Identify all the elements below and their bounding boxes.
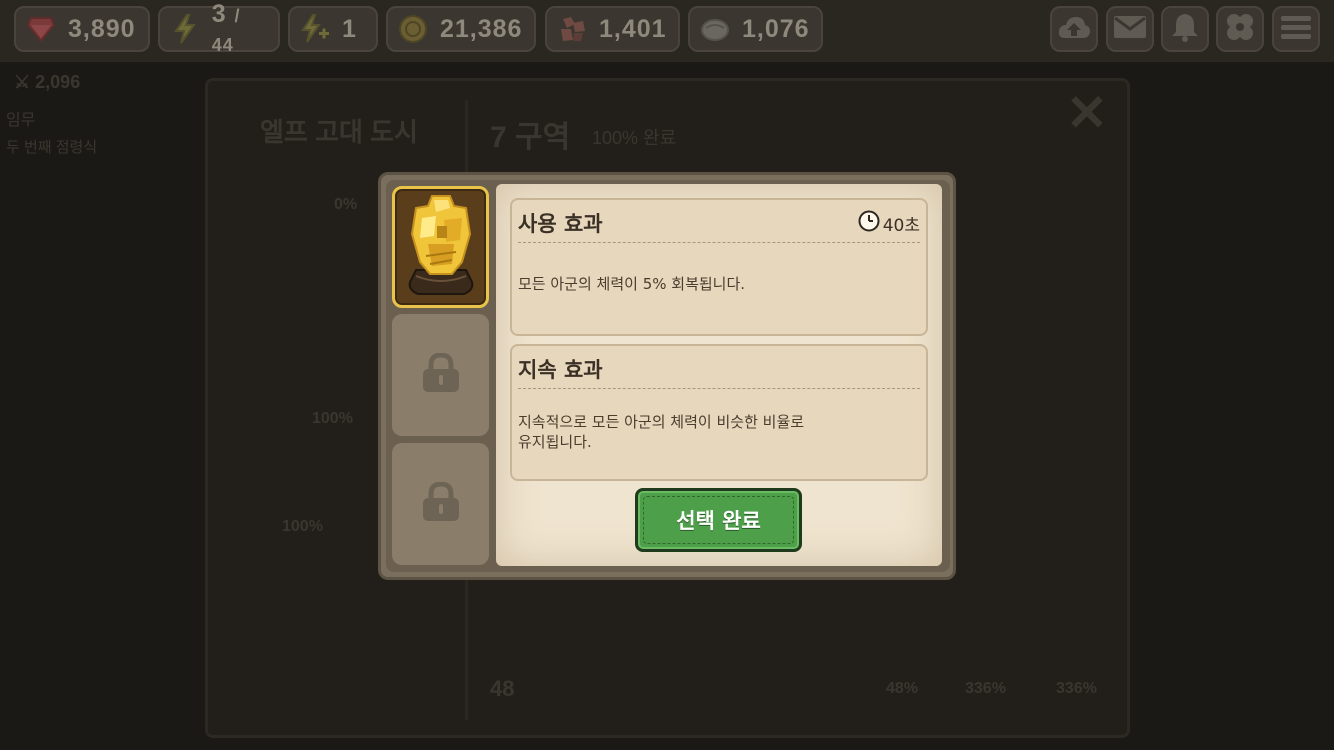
item-slot-3-locked[interactable]: [392, 443, 489, 565]
lightning-icon: [170, 14, 200, 44]
use-effect-card: 사용 효과 40초 모든 아군의 체력이 5% 회복됩니다.: [510, 198, 928, 336]
title-divider: [518, 388, 920, 389]
lasting-effect-card: 지속 효과 지속적으로 모든 아군의 체력이 비슷한 비율로 유지됩니다.: [510, 344, 928, 481]
swords-icon: ⚔: [14, 72, 31, 92]
region-name: 엘프 고대 도시: [260, 117, 418, 147]
confirm-selection-button[interactable]: 선택 완료: [635, 488, 802, 552]
gem-icon: [26, 14, 56, 44]
use-effect-description: 모든 아군의 체력이 5% 회복됩니다.: [518, 275, 746, 293]
mail-button[interactable]: [1106, 6, 1154, 52]
ore-counter[interactable]: 1,401: [545, 6, 680, 52]
stone-count: 1,076: [742, 14, 810, 43]
mission-label[interactable]: 임무: [6, 106, 35, 130]
stat-c: 336%: [1056, 680, 1097, 697]
ore-icon: [557, 14, 587, 44]
title-divider: [518, 242, 920, 243]
notification-button[interactable]: [1161, 6, 1209, 52]
gem-count: 3,890: [68, 14, 136, 43]
lightning-plus-icon: [300, 14, 330, 44]
power-indicator: ⚔ 2,096: [14, 72, 80, 93]
gold-coin-icon: [398, 14, 428, 44]
power-value: 2,096: [35, 72, 81, 92]
duration-value: 40초: [882, 216, 920, 236]
clock-icon: [858, 210, 880, 237]
stat-a: 48%: [886, 680, 919, 697]
close-icon[interactable]: ✕: [1066, 84, 1108, 142]
stage-percent-3: 100%: [282, 518, 323, 535]
confirm-selection-label: 선택 완료: [676, 509, 761, 533]
golden-statue-icon: [404, 190, 478, 304]
boost-counter[interactable]: 1: [288, 6, 378, 52]
stone-counter[interactable]: 1,076: [688, 6, 823, 52]
hamburger-menu-icon: [1280, 14, 1312, 44]
stat-b: 336%: [965, 680, 1006, 697]
lasting-effect-line-1: 지속적으로 모든 아군의 체력이 비슷한 비율로: [518, 413, 805, 431]
item-slot-2-locked[interactable]: [392, 314, 489, 436]
lasting-effect-line-2: 유지됩니다.: [518, 433, 592, 451]
cloud-upload-button[interactable]: [1050, 6, 1098, 52]
energy-count: 3: [211, 0, 227, 28]
lasting-effect-description: 지속적으로 모든 아군의 체력이 비슷한 비율로 유지됩니다.: [518, 412, 918, 452]
ore-count: 1,401: [599, 14, 667, 43]
use-effect-title: 사용 효과: [518, 212, 603, 236]
lock-icon: [420, 481, 462, 526]
gold-counter[interactable]: 21,386: [386, 6, 536, 52]
stage-percent-1: 0%: [334, 196, 358, 213]
gem-counter[interactable]: 3,890: [14, 6, 150, 52]
top-resource-bar: 3,890 3 / 44 1 21,386 1,401 1,076: [0, 0, 1334, 62]
mail-icon: [1113, 15, 1147, 43]
boost-count: 1: [342, 14, 357, 43]
zone-title: 7 구역: [490, 121, 571, 154]
energy-counter[interactable]: 3 / 44: [158, 0, 280, 55]
gold-count: 21,386: [440, 14, 523, 43]
zone-progress: 100% 완료: [592, 128, 677, 148]
community-icon: [1224, 12, 1256, 46]
bottom-count: 48: [490, 676, 515, 701]
item-slot-1[interactable]: [392, 186, 489, 308]
quest-title[interactable]: 두 번째 점령식: [6, 136, 97, 157]
lock-icon: [420, 352, 462, 397]
lasting-effect-title: 지속 효과: [518, 358, 603, 382]
stone-icon: [700, 14, 730, 44]
bell-icon: [1170, 12, 1200, 46]
menu-button[interactable]: [1272, 6, 1320, 52]
community-button[interactable]: [1216, 6, 1264, 52]
cloud-upload-icon: [1057, 14, 1091, 44]
stage-percent-2: 100%: [312, 410, 353, 427]
duration-timer: 40초: [858, 210, 920, 237]
